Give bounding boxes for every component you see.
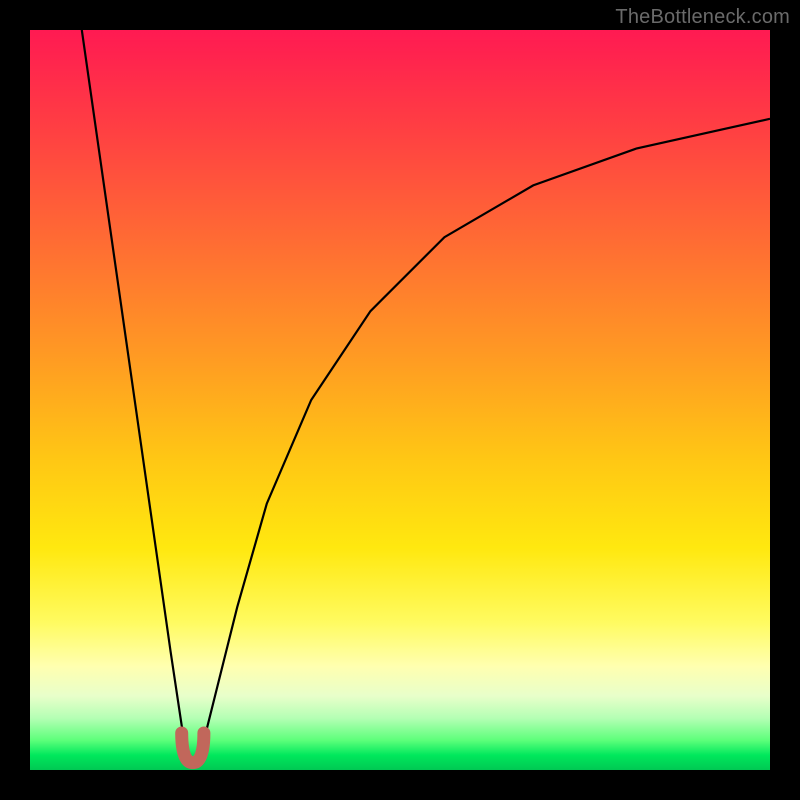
curve-left-branch [82, 30, 189, 755]
watermark-text: TheBottleneck.com [615, 6, 790, 29]
plot-area [30, 30, 770, 770]
curve-right-branch [200, 119, 770, 755]
outer-frame: TheBottleneck.com [0, 0, 800, 800]
curve-layer [30, 30, 770, 770]
minimum-marker [182, 733, 204, 763]
